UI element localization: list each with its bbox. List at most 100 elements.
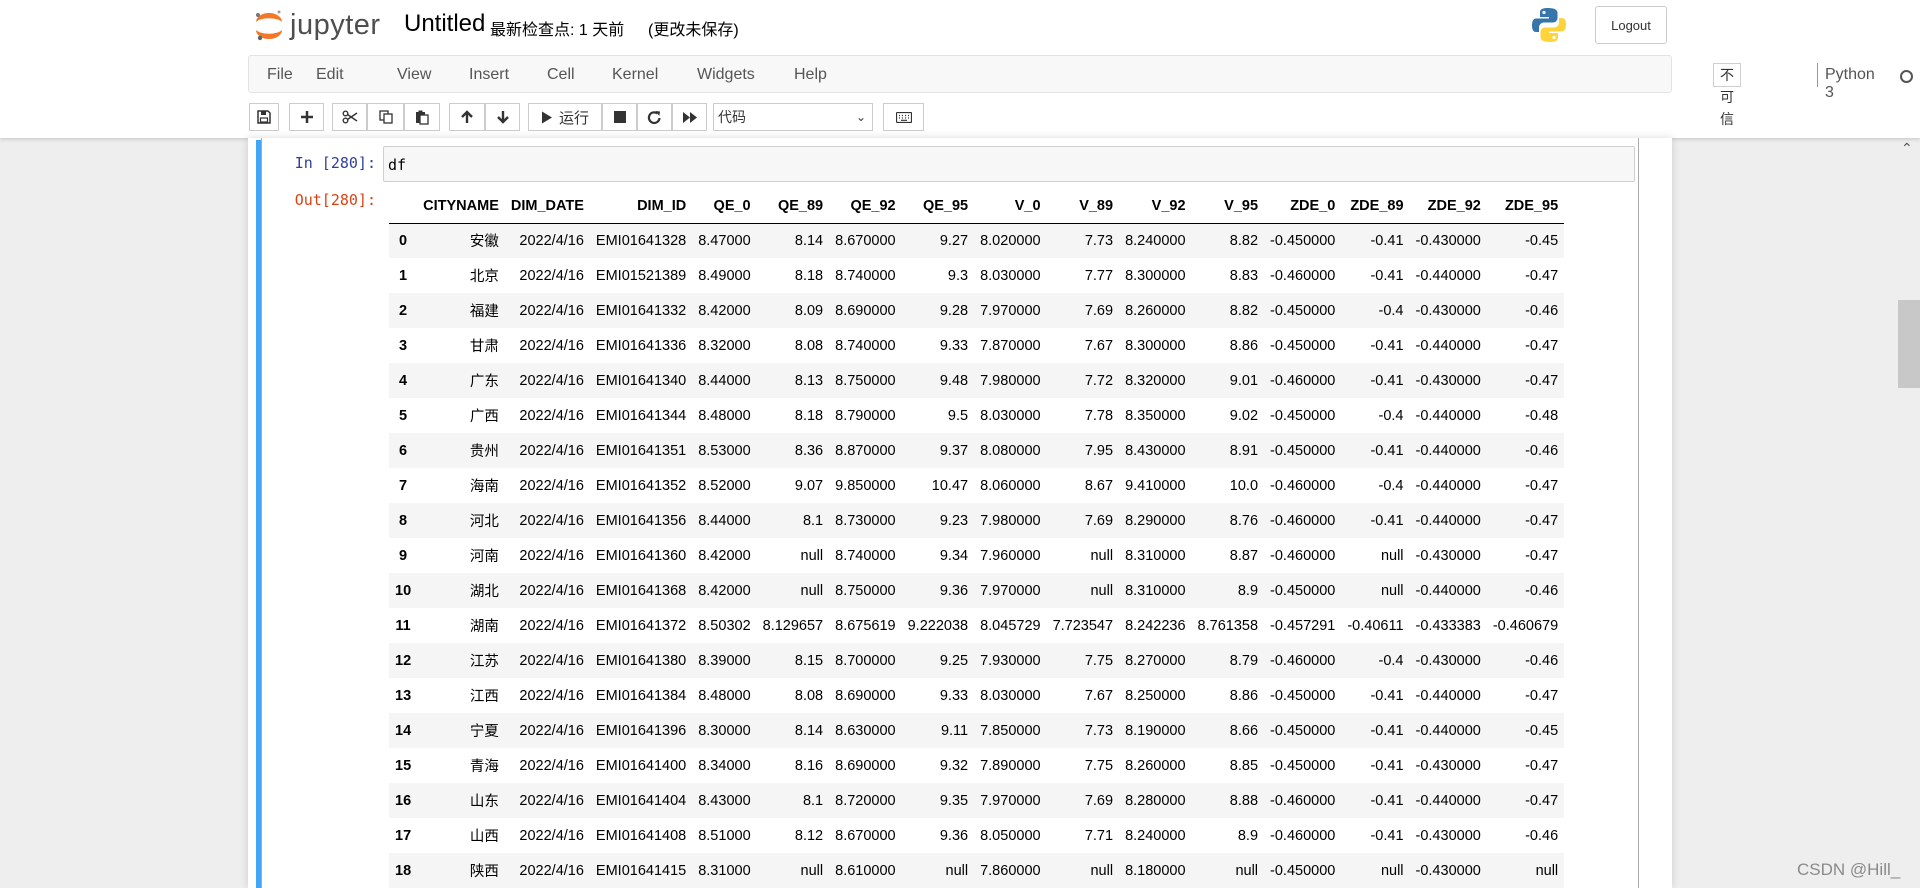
table-cell: -0.47 (1525, 477, 1559, 494)
table-cell: 河南 (469, 549, 499, 565)
table-cell: 8.720000 (835, 792, 896, 809)
table-cell: 9.33 (939, 687, 969, 704)
kernel-name[interactable]: Python 3 (1825, 66, 1875, 102)
move-down-button[interactable] (485, 103, 520, 131)
table-cell: 8.610000 (835, 862, 896, 879)
table-cell: 8.030000 (980, 407, 1041, 424)
table-cell: 8.09 (794, 302, 824, 319)
scrollbar-thumb[interactable] (1898, 300, 1920, 388)
trusted-indicator[interactable]: 不可信 (1713, 63, 1741, 127)
row-index: 0 (399, 232, 408, 249)
table-cell: -0.45 (1525, 232, 1559, 249)
row-index: 11 (395, 617, 411, 634)
table-cell: 8.675619 (835, 617, 896, 634)
save-icon (257, 110, 271, 124)
arrow-down-icon (496, 111, 509, 124)
table-cell: EMI01641360 (595, 547, 687, 564)
table-cell: 7.71 (1084, 827, 1114, 844)
table-cell: 8.030000 (980, 687, 1041, 704)
scroll-up-icon[interactable]: ⌃ (1901, 140, 1913, 157)
run-button[interactable]: 运行 (528, 103, 602, 131)
row-index: 10 (395, 582, 412, 599)
table-cell: -0.4 (1378, 302, 1404, 319)
table-cell: null (1380, 582, 1404, 599)
table-cell: 8.290000 (1125, 512, 1186, 529)
command-palette-button[interactable] (883, 103, 924, 131)
table-cell: 2022/4/16 (519, 477, 584, 494)
restart-run-all-button[interactable] (672, 103, 707, 131)
table-cell: 8.670000 (835, 827, 896, 844)
table-cell: -0.460000 (1270, 372, 1336, 389)
jupyter-logo[interactable]: jupyter (252, 6, 381, 44)
column-header: V_92 (1119, 190, 1192, 224)
column-header: QE_95 (901, 190, 975, 224)
restart-icon (647, 110, 661, 124)
table-cell: 青海 (469, 759, 499, 775)
menu-widgets[interactable]: Widgets (697, 66, 755, 84)
copy-button[interactable] (367, 103, 404, 131)
table-cell: 8.48000 (698, 687, 751, 704)
table-cell: 9.33 (939, 337, 969, 354)
menu-kernel[interactable]: Kernel (612, 66, 658, 84)
table-cell: 8.260000 (1125, 302, 1186, 319)
table-cell: -0.430000 (1415, 547, 1481, 564)
table-cell: 9.27 (939, 232, 969, 249)
table-cell: 8.50302 (698, 617, 751, 634)
table-cell: 8.280000 (1125, 792, 1186, 809)
move-up-button[interactable] (449, 103, 485, 131)
table-cell: 8.740000 (835, 337, 896, 354)
restart-button[interactable] (637, 103, 672, 131)
cell-type-select[interactable]: 代码 ⌄ (713, 103, 873, 131)
table-row: 17 山西 2022/4/16 EMI01641408 8.51000 8.12 8.670… (389, 818, 1564, 853)
table-cell: 8.240000 (1125, 232, 1186, 249)
table-cell: 9.850000 (835, 477, 896, 494)
table-cell: 8.13 (794, 372, 824, 389)
table-cell: -0.47 (1525, 547, 1559, 564)
table-cell: -0.440000 (1415, 267, 1481, 284)
table-cell: EMI01521389 (595, 267, 687, 284)
table-cell: -0.41 (1370, 337, 1404, 354)
menu-help[interactable]: Help (794, 66, 827, 84)
table-cell: 9.07 (794, 477, 824, 494)
table-cell: 8.42000 (698, 302, 751, 319)
table-cell: -0.450000 (1270, 862, 1336, 879)
table-cell: -0.440000 (1415, 477, 1481, 494)
table-row: 6 贵州 2022/4/16 EMI01641351 8.53000 8.36 8.8700… (389, 433, 1565, 468)
menu-file[interactable]: File (267, 66, 293, 84)
table-cell: 7.73 (1084, 722, 1114, 739)
notebook-name[interactable]: Untitled (404, 10, 485, 38)
menu-cell[interactable]: Cell (547, 66, 575, 84)
table-cell: -0.450000 (1270, 582, 1336, 599)
table-row: 13 江西 2022/4/16 EMI01641384 8.48000 8.08 8.690… (389, 678, 1564, 713)
table-cell: 10.0 (1229, 477, 1259, 494)
logout-button[interactable]: Logout (1595, 6, 1667, 44)
column-header: QE_92 (829, 190, 902, 224)
menu-insert[interactable]: Insert (469, 66, 509, 84)
save-button[interactable] (249, 103, 279, 131)
table-header: CITYNAME DIM_DATE DIM_ID QE_0 QE_89 QE_92 QE_9… (389, 190, 1565, 224)
table-cell: 8.020000 (980, 232, 1041, 249)
table-cell: null (945, 862, 969, 879)
table-cell: 2022/4/16 (519, 512, 584, 529)
interrupt-button[interactable] (602, 103, 637, 131)
table-cell: null (1380, 547, 1404, 564)
paste-button[interactable] (404, 103, 440, 131)
table-cell: 陕西 (469, 864, 499, 880)
code-text: df (388, 156, 407, 174)
table-cell: 9.02 (1229, 407, 1259, 424)
table-cell: 7.850000 (980, 722, 1041, 739)
column-header: V_95 (1191, 190, 1265, 224)
table-cell: -0.430000 (1415, 827, 1481, 844)
menu-edit[interactable]: Edit (316, 66, 344, 84)
code-input-area[interactable]: df (383, 146, 1635, 182)
table-cell: 江苏 (469, 654, 499, 670)
table-cell: 7.980000 (980, 512, 1041, 529)
table-cell: 福建 (469, 304, 499, 320)
insert-cell-button[interactable] (289, 103, 324, 131)
table-cell: -0.440000 (1415, 512, 1481, 529)
table-cell: 7.72 (1084, 372, 1114, 389)
menu-view[interactable]: View (397, 66, 431, 84)
table-cell: EMI01641396 (595, 722, 687, 739)
table-cell: EMI01641415 (595, 862, 687, 879)
cut-button[interactable] (332, 103, 367, 131)
